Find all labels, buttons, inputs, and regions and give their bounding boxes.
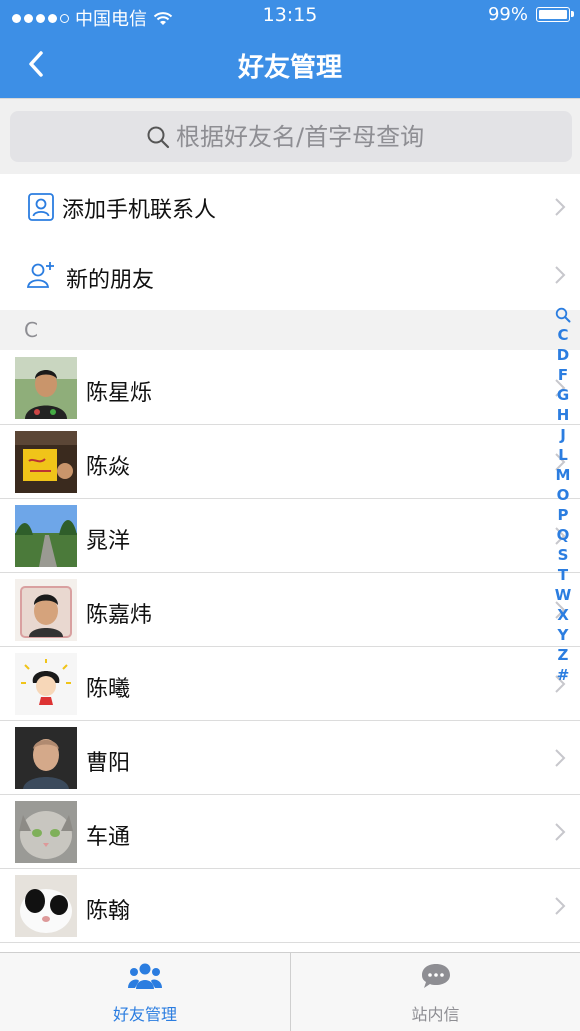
section-letter: C [24,318,38,342]
add-friend-icon [26,262,54,288]
contact-row[interactable]: 陈翰 [0,869,580,943]
index-letter[interactable]: Z [555,645,572,665]
index-letter[interactable]: Q [555,525,572,545]
search-box[interactable] [10,111,572,162]
tab-label: 站内信 [411,1005,460,1024]
index-letter[interactable]: C [555,325,572,345]
avatar [15,357,77,419]
avatar [15,505,77,567]
nav-bar: 好友管理 [0,32,580,98]
contact-row[interactable]: 陈嘉炜 [0,573,580,647]
menu-item-label: 新的朋友 [66,268,155,293]
section-header: C [0,310,580,350]
menu-item-new-friends[interactable]: 新的朋友 [0,242,580,308]
contact-row[interactable]: 陈曦 [0,647,580,721]
contact-name: 陈翰 [86,899,131,924]
avatar [15,431,77,493]
chevron-right-icon [555,198,566,216]
index-letter[interactable]: G [555,385,572,405]
tab-bar: 好友管理 站内信 [0,952,580,1031]
chevron-right-icon [555,897,566,915]
contacts-icon [28,193,54,221]
chevron-right-icon [555,749,566,767]
search-input[interactable] [176,122,436,151]
contact-name: 晁洋 [86,529,131,554]
index-letter[interactable]: J [555,425,572,445]
menu-item-label: 添加手机联系人 [62,198,217,223]
index-letter[interactable]: F [555,365,572,385]
index-letter[interactable]: S [555,545,572,565]
contact-name: 陈曦 [86,677,131,702]
index-letter[interactable]: M [555,465,572,485]
contact-row[interactable]: 陈星烁 [0,351,580,425]
alphabet-index[interactable]: C D F G H J L M O P Q S T W X Y Z # [554,306,572,685]
tab-label: 好友管理 [112,1005,177,1024]
index-letter[interactable]: W [555,585,572,605]
friends-icon [128,963,162,989]
contact-name: 陈嘉炜 [86,603,153,628]
contact-row[interactable]: 车通 [0,795,580,869]
page-title: 好友管理 [237,53,342,83]
index-letter[interactable]: T [555,565,572,585]
status-bar: 中国电信 13:15 99% [0,0,580,32]
chevron-right-icon [555,823,566,841]
search-icon[interactable] [555,306,571,324]
avatar [15,875,77,937]
index-letter[interactable]: X [555,605,572,625]
index-letter[interactable]: O [555,485,572,505]
contact-name: 车通 [86,825,131,850]
index-letter[interactable]: # [555,665,572,685]
contact-name: 曹阳 [86,751,131,776]
battery-info: 99% [487,4,574,25]
message-icon [422,964,450,988]
menu-item-add-phone-contacts[interactable]: 添加手机联系人 [0,174,580,240]
contact-name: 陈焱 [86,455,131,480]
battery-percent: 99% [487,4,528,25]
index-letter[interactable]: L [555,445,572,465]
search-icon [147,126,170,148]
contact-row[interactable]: 陈焱 [0,425,580,499]
tab-friends[interactable]: 好友管理 [0,953,290,1031]
tab-messages[interactable]: 站内信 [290,953,580,1031]
index-letter[interactable]: P [555,505,572,525]
avatar [15,653,77,715]
chevron-right-icon [555,266,566,284]
battery-icon [536,7,574,22]
index-letter[interactable]: Y [555,625,572,645]
contact-row[interactable]: 晁洋 [0,499,580,573]
index-letter[interactable]: H [555,405,572,425]
contact-row[interactable]: 曹阳 [0,721,580,795]
avatar [15,727,77,789]
avatar [15,579,77,641]
search-area [0,98,580,174]
contact-name: 陈星烁 [86,381,153,406]
index-letter[interactable]: D [555,345,572,365]
avatar [15,801,77,863]
